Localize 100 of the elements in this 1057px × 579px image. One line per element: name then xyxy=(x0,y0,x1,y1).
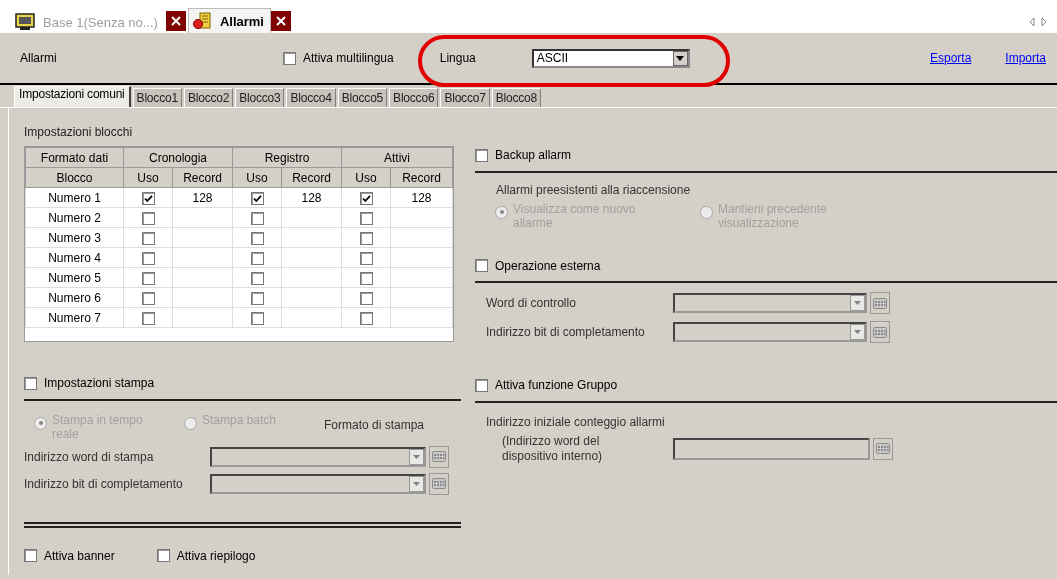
caret-icon xyxy=(854,301,861,305)
checkbox[interactable] xyxy=(141,311,155,325)
close-icon xyxy=(275,15,287,27)
checkbox[interactable] xyxy=(359,251,373,265)
column-header: Formato dati xyxy=(25,147,124,168)
checkbox[interactable] xyxy=(250,251,264,265)
scroll-left-icon[interactable] xyxy=(1029,17,1035,27)
dropdown-button[interactable] xyxy=(672,50,688,66)
checkbox[interactable] xyxy=(24,549,37,562)
checkbox-label: Impostazioni stampa xyxy=(44,376,155,390)
field-label: Indirizzo bit di completamento xyxy=(24,476,184,491)
checkbox[interactable] xyxy=(359,291,373,305)
tab[interactable]: Blocco6 xyxy=(389,88,439,107)
keypad-icon xyxy=(432,478,446,489)
tab[interactable]: Blocco7 xyxy=(440,88,490,107)
column-header: Blocco xyxy=(25,167,124,188)
checkbox[interactable] xyxy=(141,211,155,225)
checkbox[interactable] xyxy=(141,271,155,285)
document-tab[interactable]: Allarmi xyxy=(187,8,271,33)
input-field[interactable] xyxy=(673,437,870,460)
dropdown-field[interactable] xyxy=(673,322,867,342)
caret-icon xyxy=(676,55,685,61)
tab[interactable]: Impostazioni comuni xyxy=(14,86,131,107)
section-caption: Indirizzo iniziale conteggio allarmi xyxy=(485,414,666,429)
table-cell: 128 xyxy=(390,187,453,208)
checkbox[interactable] xyxy=(156,549,170,562)
checkbox[interactable] xyxy=(475,259,488,272)
checkbox-label: Operazione esterna xyxy=(495,258,601,273)
link[interactable]: Esporta xyxy=(929,51,972,65)
checkbox-label: Attiva multilingua xyxy=(303,51,394,65)
column-header: Registro xyxy=(232,147,342,168)
field-label: Formato di stampa xyxy=(324,417,425,432)
checkbox[interactable] xyxy=(141,231,155,245)
link[interactable]: Importa xyxy=(1005,51,1046,65)
scroll-right-icon[interactable] xyxy=(1041,17,1047,27)
table-cell: 128 xyxy=(281,187,342,208)
section-caption: Impostazioni blocchi xyxy=(24,125,134,139)
checkbox[interactable] xyxy=(359,211,373,225)
checkbox-label: Backup allarm xyxy=(495,148,572,162)
checkbox[interactable] xyxy=(250,211,264,225)
checkbox[interactable] xyxy=(475,378,488,392)
checkbox[interactable] xyxy=(359,311,373,325)
tab[interactable]: Blocco8 xyxy=(491,88,541,107)
table-cell: Numero 5 xyxy=(25,267,124,288)
field-label: Indirizzo word di stampa xyxy=(24,449,155,464)
checkbox[interactable] xyxy=(250,271,264,285)
caret-icon xyxy=(413,454,420,459)
checkbox[interactable] xyxy=(250,311,264,325)
checkbox[interactable] xyxy=(283,51,296,65)
tab[interactable]: Blocco4 xyxy=(286,88,336,107)
caret-icon xyxy=(413,481,420,486)
checkbox[interactable] xyxy=(141,291,155,305)
checkbox[interactable] xyxy=(359,271,373,285)
section-caption: Allarmi preesistenti alla riaccensione xyxy=(495,182,692,197)
column-header: Attivi xyxy=(341,147,453,168)
table-cell: Numero 7 xyxy=(25,307,124,328)
dropdown-field[interactable] xyxy=(210,473,426,494)
dropdown-field[interactable] xyxy=(210,446,426,467)
checkbox[interactable] xyxy=(250,291,264,305)
table-cell: Numero 2 xyxy=(25,207,124,228)
checkbox-label: Attiva banner xyxy=(44,548,115,563)
keypad-icon xyxy=(873,297,887,309)
keypad-button[interactable] xyxy=(870,321,890,343)
checkbox[interactable] xyxy=(359,231,373,245)
checkbox-label: Attiva funzione Gruppo xyxy=(495,378,618,392)
dropdown-button[interactable] xyxy=(409,448,424,465)
field-label: Lingua xyxy=(439,51,477,65)
checkbox[interactable] xyxy=(141,251,155,265)
keypad-button[interactable] xyxy=(429,445,449,468)
caret-icon xyxy=(854,330,861,334)
close-icon xyxy=(169,15,182,27)
checkbox[interactable] xyxy=(250,231,264,245)
language-select[interactable]: ASCII xyxy=(531,48,690,68)
table-cell: Numero 4 xyxy=(25,247,124,268)
tab[interactable]: Blocco5 xyxy=(337,88,388,107)
table-cell: Numero 3 xyxy=(25,227,124,248)
checkbox[interactable] xyxy=(250,191,264,205)
field-label: Indirizzo bit di completamento xyxy=(486,325,646,339)
table-cell: Numero 1 xyxy=(25,187,124,208)
checkbox[interactable] xyxy=(359,191,373,205)
field-label: (Indirizzo word del dispositivo interno) xyxy=(502,433,604,464)
section-title: Allarmi xyxy=(20,51,58,65)
tab[interactable]: Blocco1 xyxy=(132,88,182,107)
field-label: Word di controllo xyxy=(486,296,577,310)
table-cell: 128 xyxy=(172,187,233,208)
monitor-icon xyxy=(15,13,35,31)
warning-light-icon xyxy=(191,12,212,30)
keypad-icon xyxy=(432,451,446,462)
keypad-button[interactable] xyxy=(870,292,890,314)
close-button[interactable] xyxy=(165,11,186,31)
keypad-button[interactable] xyxy=(429,472,449,495)
dropdown-button[interactable] xyxy=(409,475,424,492)
dropdown-field[interactable] xyxy=(673,293,867,313)
close-button[interactable] xyxy=(271,11,291,31)
checkbox[interactable] xyxy=(141,191,155,205)
column-header: Cronologia xyxy=(123,147,233,168)
keypad-button[interactable] xyxy=(873,437,893,460)
table-cell: Numero 6 xyxy=(25,287,124,308)
tab[interactable]: Blocco3 xyxy=(235,88,285,107)
tab[interactable]: Blocco2 xyxy=(183,88,234,107)
